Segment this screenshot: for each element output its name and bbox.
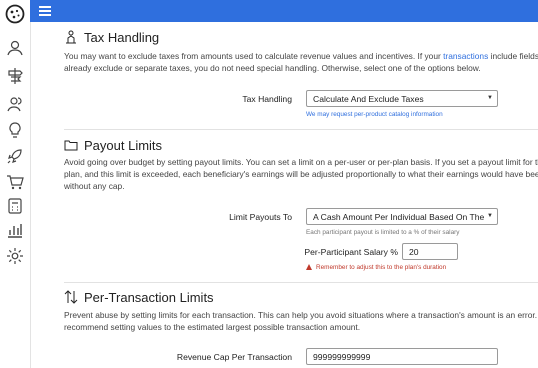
tax-handling-select[interactable]: Calculate And Exclude Taxes ▼ [306, 90, 498, 107]
per-transaction-description: Prevent abuse by setting limits for each… [64, 310, 538, 332]
select-caret-icon: ▼ [487, 213, 493, 219]
signpost-icon[interactable] [5, 66, 25, 86]
salary-percent-label: Per-Participant Salary % [304, 247, 398, 257]
payout-limits-description: Avoid going over budget by setting payou… [64, 157, 538, 191]
tax-handling-heading: Tax Handling [64, 30, 159, 45]
chart-icon[interactable] [5, 220, 25, 240]
cart-icon[interactable] [5, 172, 25, 192]
rocket-icon[interactable] [5, 146, 25, 166]
section-divider [64, 282, 538, 283]
select-caret-icon: ▼ [487, 95, 493, 101]
tax-handling-label: Tax Handling [242, 94, 292, 104]
settings-content: Tax Handling You may want to exclude tax… [30, 22, 538, 368]
sidebar [0, 0, 31, 368]
top-bar [30, 0, 538, 22]
payout-limits-title: Payout Limits [84, 138, 163, 153]
revenue-cap-label: Revenue Cap Per Transaction [176, 352, 292, 362]
tax-handling-title: Tax Handling [84, 30, 160, 45]
user-icon[interactable] [5, 38, 25, 58]
transactions-link[interactable]: transactions [443, 51, 488, 61]
tax-person-icon [64, 30, 78, 44]
tax-handling-description: You may want to exclude taxes from amoun… [64, 51, 538, 73]
users-icon[interactable] [5, 94, 25, 114]
transfer-arrows-icon [64, 290, 78, 304]
hamburger-menu-icon[interactable] [39, 6, 51, 16]
gear-icon[interactable] [5, 246, 25, 266]
limit-payouts-select[interactable]: A Cash Amount Per Individual Based On Th… [306, 208, 498, 225]
revenue-cap-input[interactable]: 999999999999 [306, 348, 498, 365]
folder-icon [64, 138, 78, 152]
cookie-logo-icon[interactable] [4, 3, 26, 25]
limit-payouts-help: Each participant payout is limited to a … [306, 229, 460, 236]
payout-limits-heading: Payout Limits [64, 138, 162, 153]
salary-warning: Remember to adjust this to the plan's du… [306, 264, 446, 271]
section-divider [64, 129, 538, 130]
salary-percent-input[interactable]: 20 [402, 243, 458, 260]
per-transaction-heading: Per-Transaction Limits [64, 290, 214, 305]
warning-icon [306, 264, 312, 270]
calculator-icon[interactable] [5, 196, 25, 216]
per-transaction-title: Per-Transaction Limits [84, 290, 214, 305]
tax-handling-help: We may request per-product catalog infor… [306, 111, 443, 118]
limit-payouts-label: Limit Payouts To [229, 212, 292, 222]
lightbulb-icon[interactable] [5, 120, 25, 140]
